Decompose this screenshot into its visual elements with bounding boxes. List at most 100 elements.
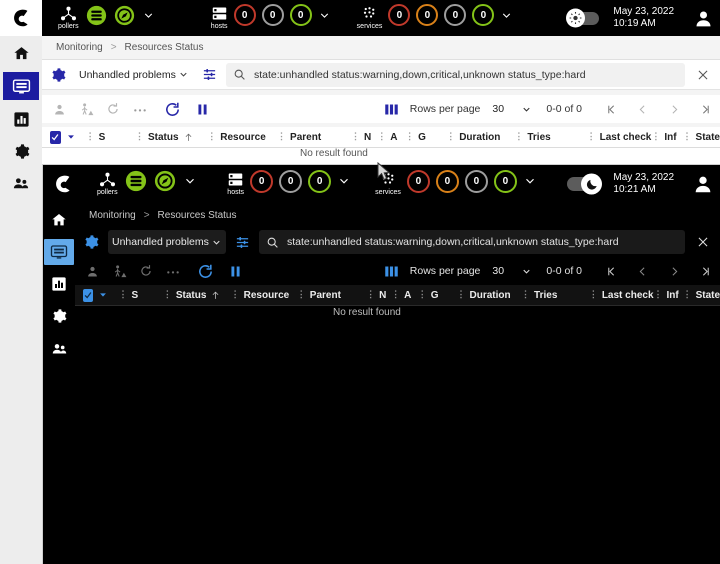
pollers-indicator[interactable]: pollers	[97, 172, 118, 196]
first-page-icon[interactable]	[596, 103, 626, 116]
refresh-icon[interactable]	[197, 263, 214, 280]
breadcrumb-root[interactable]: Monitoring	[56, 42, 103, 53]
search-clear-close-icon[interactable]	[696, 68, 710, 82]
pollers-chevron-down-icon[interactable]	[183, 174, 197, 188]
pollers-indicator[interactable]: pollers	[58, 6, 79, 30]
filter-settings-gear-icon[interactable]	[50, 67, 66, 83]
user-avatar[interactable]	[686, 0, 720, 36]
disacknowledge-icon[interactable]	[139, 264, 153, 278]
prev-page-icon[interactable]	[626, 103, 658, 116]
services-counter-warning[interactable]: 0	[416, 4, 439, 26]
acknowledge-icon[interactable]	[85, 264, 100, 279]
column-header-state[interactable]: ⋮ State	[683, 290, 720, 301]
first-page-icon[interactable]	[596, 265, 626, 278]
hosts-indicator[interactable]: hosts	[211, 6, 228, 30]
filter-preset-select[interactable]: Unhandled problems	[75, 62, 193, 87]
services-counter-critical[interactable]: 0	[406, 169, 430, 193]
column-header-resource[interactable]: ⋮ Resource	[231, 290, 297, 301]
sidebar-item-monitoring[interactable]	[44, 239, 74, 265]
sidebar-item-monitoring[interactable]	[3, 72, 39, 100]
columns-icon[interactable]	[384, 103, 399, 116]
filter-preset-select[interactable]: Unhandled problems	[108, 230, 226, 254]
column-header-status[interactable]: ⋮ Status	[163, 290, 231, 301]
pause-icon[interactable]	[195, 102, 210, 117]
column-header-g[interactable]: ⋮ G	[418, 290, 457, 301]
column-header-s[interactable]: ⋮ S	[118, 290, 162, 301]
outer-hosts-group[interactable]: hosts 0 0 0	[211, 4, 331, 30]
column-header-information[interactable]: ⋮ Inf	[651, 132, 682, 143]
select-all-checkbox[interactable]	[83, 288, 94, 302]
column-header-parent[interactable]: ⋮ Parent	[297, 290, 366, 301]
hosts-counter-unreachable[interactable]: 0	[279, 169, 303, 193]
services-counter-ok[interactable]: 0	[493, 169, 517, 193]
search-input[interactable]: state:unhandled status:warning,down,crit…	[259, 230, 685, 254]
outer-pollers-group[interactable]: pollers	[42, 5, 155, 30]
services-counter-unknown[interactable]: 0	[464, 169, 488, 193]
hosts-chevron-down-icon[interactable]	[318, 9, 331, 22]
column-header-g[interactable]: ⋮ G	[405, 132, 446, 143]
filter-criteria-sliders-icon[interactable]	[202, 67, 217, 82]
downtime-icon[interactable]	[79, 102, 94, 117]
prev-page-icon[interactable]	[626, 265, 658, 278]
inner-hosts-group[interactable]: hosts 0 0 0	[227, 169, 351, 196]
gauge-icon[interactable]	[154, 170, 176, 192]
services-chevron-down-icon[interactable]	[523, 174, 537, 188]
select-all-checkbox[interactable]	[50, 130, 61, 144]
filter-criteria-sliders-icon[interactable]	[235, 235, 250, 250]
column-header-resource[interactable]: ⋮ Resource	[207, 132, 277, 143]
column-header-n[interactable]: ⋮ N	[351, 132, 377, 143]
search-input[interactable]: state:unhandled status:warning,down,crit…	[226, 62, 685, 87]
outer-services-group[interactable]: services 0 0 0 0	[357, 4, 514, 30]
database-icon[interactable]	[86, 5, 107, 26]
column-header-duration[interactable]: ⋮ Duration	[446, 132, 514, 143]
theme-toggle[interactable]	[566, 8, 600, 28]
sidebar-item-configuration[interactable]	[6, 138, 36, 164]
rows-per-page-select[interactable]: 30	[492, 260, 532, 282]
column-header-last-check[interactable]: ⋮ Last check	[587, 132, 652, 143]
disacknowledge-icon[interactable]	[106, 102, 120, 116]
hosts-counter-unreachable[interactable]: 0	[261, 4, 284, 26]
services-counter-critical[interactable]: 0	[388, 4, 411, 26]
database-icon[interactable]	[125, 170, 147, 192]
pollers-chevron-down-icon[interactable]	[142, 9, 155, 22]
hosts-indicator[interactable]: hosts	[227, 172, 244, 196]
column-header-n[interactable]: ⋮ N	[366, 290, 391, 301]
acknowledge-icon[interactable]	[52, 102, 67, 117]
hosts-counter-up[interactable]: 0	[308, 169, 332, 193]
breadcrumb-root[interactable]: Monitoring	[89, 210, 136, 221]
column-header-tries[interactable]: ⋮ Tries	[514, 132, 586, 143]
hosts-counter-down[interactable]: 0	[233, 4, 256, 26]
sidebar-item-reporting[interactable]	[45, 271, 73, 297]
user-avatar[interactable]	[686, 165, 720, 203]
sidebar-item-home[interactable]	[45, 207, 73, 233]
inner-pollers-group[interactable]: pollers	[83, 170, 197, 196]
services-counter-warning[interactable]: 0	[435, 169, 459, 193]
column-header-tries[interactable]: ⋮ Tries	[521, 290, 589, 301]
sidebar-item-home[interactable]	[6, 40, 36, 66]
sidebar-item-administration[interactable]	[45, 335, 73, 361]
column-header-status[interactable]: ⋮ Status	[135, 132, 207, 143]
more-actions-icon[interactable]	[165, 263, 181, 279]
services-indicator[interactable]: services	[357, 6, 382, 30]
rows-per-page-select[interactable]: 30	[492, 98, 532, 120]
sidebar-item-reporting[interactable]	[6, 106, 36, 132]
filter-settings-gear-icon[interactable]	[83, 234, 99, 250]
refresh-icon[interactable]	[164, 101, 181, 118]
sidebar-item-administration[interactable]	[6, 170, 36, 196]
services-counter-unknown[interactable]: 0	[444, 4, 467, 26]
column-header-parent[interactable]: ⋮ Parent	[277, 132, 351, 143]
next-page-icon[interactable]	[658, 103, 690, 116]
services-counter-ok[interactable]: 0	[472, 4, 495, 26]
last-page-icon[interactable]	[690, 265, 720, 278]
services-chevron-down-icon[interactable]	[500, 9, 513, 22]
inner-services-group[interactable]: services 0 0 0 0	[375, 169, 537, 196]
last-page-icon[interactable]	[690, 103, 720, 116]
column-header-a[interactable]: ⋮ A	[377, 132, 405, 143]
more-actions-icon[interactable]	[132, 101, 148, 117]
hosts-chevron-down-icon[interactable]	[337, 174, 351, 188]
columns-icon[interactable]	[384, 265, 399, 278]
centreon-logo[interactable]	[43, 165, 83, 203]
search-clear-close-icon[interactable]	[696, 235, 710, 249]
select-all-chevron-down-icon[interactable]	[98, 290, 108, 300]
select-all-chevron-down-icon[interactable]	[66, 132, 76, 142]
